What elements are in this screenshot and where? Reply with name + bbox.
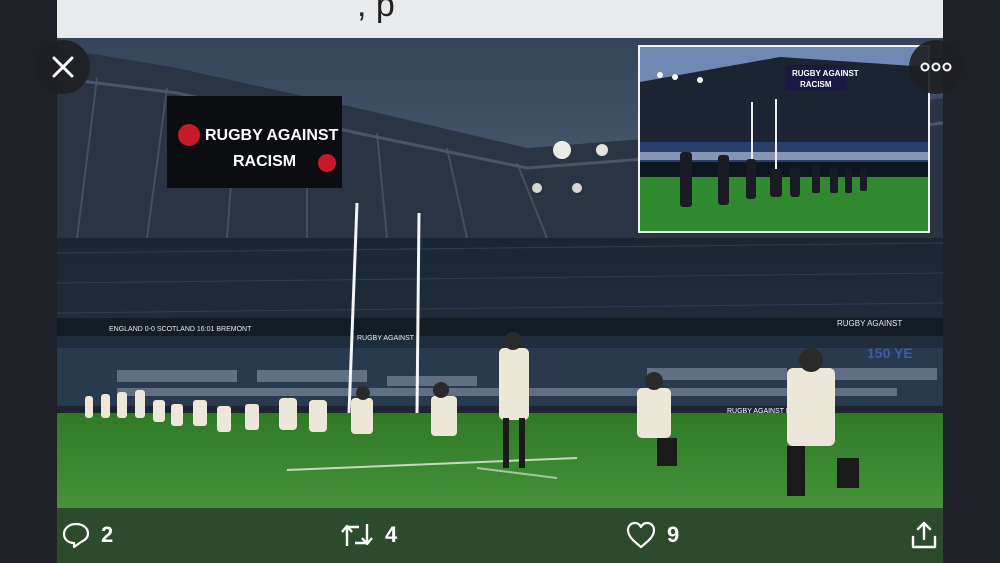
tweet-action-bar: 2 4 9 (57, 508, 943, 563)
like-count: 9 (667, 522, 680, 547)
close-icon (52, 56, 74, 78)
retweet-icon (341, 524, 373, 546)
more-options-button[interactable] (909, 40, 963, 94)
board-scores: ENGLAND 0-0 SCOTLAND 16:01 BREMONT (109, 326, 252, 333)
close-button[interactable] (36, 40, 90, 94)
scoreboard: RUGBY AGAINST RACISM (167, 96, 342, 188)
heart-icon (626, 521, 656, 549)
inset-photo: RUGBY AGAINST RACISM (638, 45, 930, 233)
inset-board-line-1: RUGBY AGAINST (792, 69, 859, 78)
scoreboard-line-2: RACISM (233, 153, 296, 170)
like-button[interactable]: 9 (625, 520, 679, 550)
reply-button[interactable]: 2 (61, 520, 113, 550)
retweet-button[interactable]: 4 (339, 520, 397, 550)
scoreboard-line-1: RUGBY AGAINST (205, 127, 339, 144)
retweet-count: 4 (385, 522, 398, 547)
reply-count: 2 (101, 522, 114, 547)
ad-150: 150 YE (867, 345, 913, 361)
media-viewer: , p ENGLAND 0-0 SCOTLAND 16:01 BREMONT R… (0, 0, 1000, 563)
tweet-text-partial: , p (357, 0, 395, 24)
more-dots-icon (920, 62, 952, 72)
share-button[interactable] (909, 520, 939, 550)
tweet-text-strip: , p (57, 0, 943, 38)
reply-icon (62, 522, 90, 549)
ad-board-small-1: RUGBY AGAINST (357, 335, 415, 342)
inset-board-line-2: RACISM (800, 80, 832, 89)
share-icon (911, 521, 937, 549)
ad-board-small-2: RUGBY AGAINST (837, 319, 902, 328)
